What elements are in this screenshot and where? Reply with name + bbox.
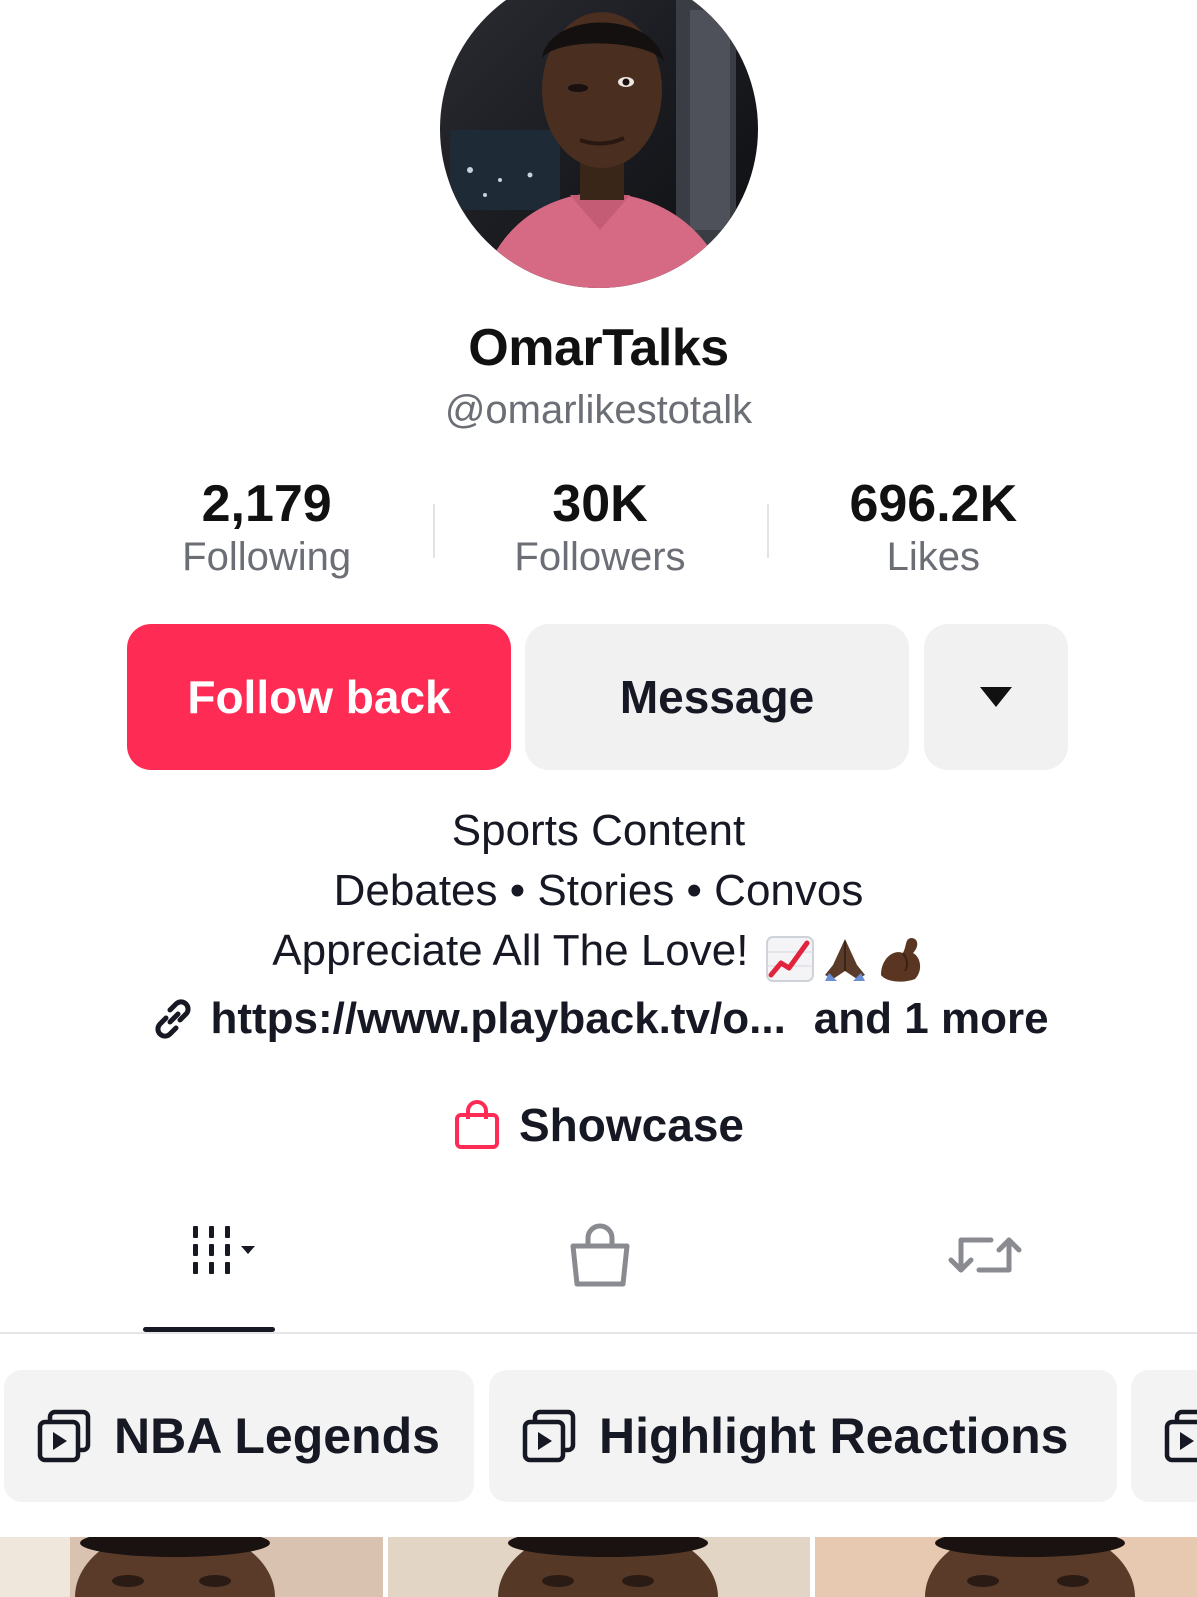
follow-back-button[interactable]: Follow back [127, 624, 511, 770]
video-thumbnail-image [388, 1537, 810, 1597]
video-thumbnail[interactable] [0, 1537, 383, 1597]
playlist-icon [1164, 1409, 1197, 1463]
profile-stats: 2,179 Following 30K Followers 696.2K Lik… [100, 472, 1100, 592]
bio-line-3-text: Appreciate All The Love! [272, 926, 749, 975]
avatar-photo [440, 0, 758, 288]
stat-likes[interactable]: 696.2K Likes [766, 472, 1100, 592]
tab-videos[interactable] [143, 1220, 275, 1332]
playlist-label: NBA Legends [114, 1408, 440, 1464]
playlist-icon [37, 1409, 91, 1463]
flexed-biceps-icon [875, 932, 925, 983]
playlist-chip[interactable] [1131, 1370, 1197, 1502]
message-button[interactable]: Message [525, 624, 909, 770]
video-thumbnail-image [815, 1537, 1197, 1597]
display-name: OmarTalks [468, 319, 729, 377]
bio-line-2: Debates • Stories • Convos [333, 866, 864, 915]
content-tabs [0, 1220, 1197, 1334]
profile-avatar[interactable] [440, 0, 758, 288]
following-label: Following [182, 535, 352, 579]
video-thumbnail[interactable] [815, 1537, 1197, 1597]
tab-reposts[interactable] [945, 1220, 1025, 1332]
video-grid [0, 1537, 1197, 1597]
bio-link-row: https://www.playback.tv/o... and 1 more [0, 994, 1197, 1044]
caret-down-icon [980, 687, 1012, 707]
chart-increasing-icon [765, 932, 815, 983]
playlist-row: NBA Legends Highlight Reactions [0, 1370, 1197, 1502]
followers-count: 30K [552, 475, 648, 533]
grid-icon [193, 1226, 255, 1274]
showcase-label: Showcase [519, 1099, 744, 1151]
tab-shop[interactable] [560, 1220, 640, 1332]
stat-followers[interactable]: 30K Followers [433, 472, 766, 592]
following-count: 2,179 [201, 475, 332, 533]
link-icon [155, 999, 191, 1039]
stat-following[interactable]: 2,179 Following [100, 472, 433, 592]
repost-icon [948, 1237, 1022, 1273]
video-thumbnail-image [0, 1537, 383, 1597]
video-thumbnail[interactable] [388, 1537, 810, 1597]
bio-line-1: Sports Content [451, 806, 746, 855]
playlist-chip[interactable]: Highlight Reactions [489, 1370, 1117, 1502]
followers-label: Followers [514, 535, 686, 579]
shopping-bag-icon [455, 1100, 499, 1149]
bio-line-3: Appreciate All The Love! [0, 926, 1197, 983]
shopping-bag-icon [570, 1223, 630, 1287]
playlist-label: Highlight Reactions [599, 1408, 1069, 1464]
username-handle: @omarlikestotalk [444, 388, 753, 432]
active-tab-indicator [143, 1327, 275, 1332]
playlist-icon [522, 1409, 576, 1463]
showcase-button[interactable]: Showcase [0, 1098, 1197, 1152]
more-links-button[interactable]: and 1 more [814, 994, 1049, 1044]
folded-hands-icon [819, 932, 871, 983]
playlist-chip[interactable]: NBA Legends [4, 1370, 474, 1502]
likes-label: Likes [886, 535, 981, 579]
more-options-button[interactable] [924, 624, 1068, 770]
likes-count: 696.2K [849, 475, 1018, 533]
bio-link[interactable]: https://www.playback.tv/o... [210, 994, 785, 1044]
